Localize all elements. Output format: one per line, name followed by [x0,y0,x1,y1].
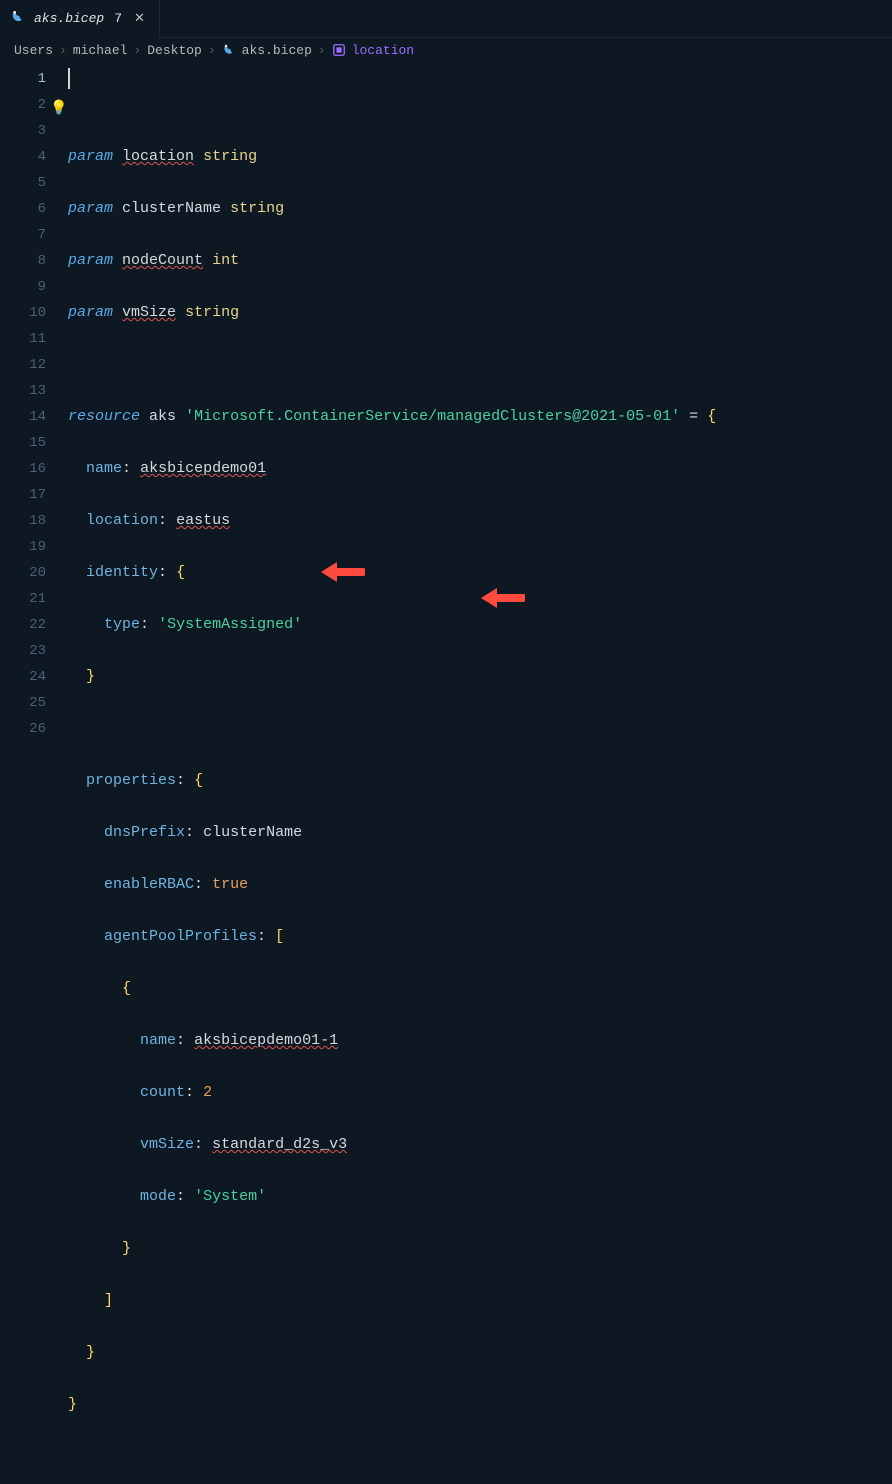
line-number: 16 [0,456,46,482]
line-gutter: 1 2 3 4 5 6 7 8 9 10 11 12 13 14 15 16 1… [0,66,68,1484]
code-line[interactable]: name: aksbicepdemo01-1 [68,1028,716,1054]
code-line[interactable]: enableRBAC: true [68,872,716,898]
file-tab[interactable]: aks.bicep 7 ✕ [0,0,160,38]
lightbulb-icon[interactable]: 💡 [50,96,67,122]
cursor [68,68,70,89]
breadcrumb-sep: › [208,43,216,58]
line-number: 14 [0,404,46,430]
code-line[interactable]: agentPoolProfiles: [ [68,924,716,950]
symbol-icon [332,43,346,58]
breadcrumb-users[interactable]: Users [14,43,53,58]
code-line[interactable]: } [68,1236,716,1262]
code-line[interactable]: resource aks 'Microsoft.ContainerService… [68,404,716,430]
code-line[interactable]: count: 2 [68,1080,716,1106]
line-number: 5 [0,170,46,196]
code-line[interactable]: param vmSize string [68,300,716,326]
line-number: 12 [0,352,46,378]
line-number: 2 [0,92,46,118]
code-line[interactable]: } [68,1392,716,1418]
bicep-file-icon [10,9,26,29]
tab-bar: aks.bicep 7 ✕ [0,0,892,38]
code-content[interactable]: 💡 param location string param clusterNam… [68,66,716,1484]
line-number: 10 [0,300,46,326]
breadcrumb-sep: › [318,43,326,58]
line-number: 7 [0,222,46,248]
line-number: 3 [0,118,46,144]
code-line[interactable]: } [68,664,716,690]
breadcrumb-michael[interactable]: michael [73,43,128,58]
code-line[interactable]: dnsPrefix: clusterName [68,820,716,846]
close-icon[interactable]: ✕ [130,9,149,28]
code-line[interactable]: location: eastus [68,508,716,534]
code-line[interactable]: type: 'SystemAssigned' [68,612,716,638]
line-number: 21 [0,586,46,612]
line-number: 1 [0,66,46,92]
code-line[interactable]: ] [68,1288,716,1314]
line-number: 20 [0,560,46,586]
breadcrumb: Users › michael › Desktop › aks.bicep › … [0,38,892,62]
line-number: 13 [0,378,46,404]
line-number: 11 [0,326,46,352]
code-line[interactable]: properties: { [68,768,716,794]
code-line[interactable]: { [68,976,716,1002]
code-line[interactable]: vmSize: standard_d2s_v3 [68,1132,716,1158]
breadcrumb-symbol[interactable]: location [352,43,414,58]
line-number: 18 [0,508,46,534]
line-number: 4 [0,144,46,170]
tab-modified-count: 7 [114,11,122,26]
code-line[interactable]: param clusterName string [68,196,716,222]
breadcrumb-sep: › [133,43,141,58]
line-number: 24 [0,664,46,690]
line-number: 22 [0,612,46,638]
line-number: 6 [0,196,46,222]
line-number: 19 [0,534,46,560]
breadcrumb-sep: › [59,43,67,58]
code-line[interactable]: param location string [68,144,716,170]
code-line[interactable] [68,1444,716,1470]
line-number: 15 [0,430,46,456]
line-number: 9 [0,274,46,300]
breadcrumb-file[interactable]: aks.bicep [242,43,312,58]
code-line[interactable] [68,716,716,742]
code-line[interactable] [68,352,716,378]
code-line[interactable]: mode: 'System' [68,1184,716,1210]
line-number: 8 [0,248,46,274]
code-line[interactable]: } [68,1340,716,1366]
line-number: 23 [0,638,46,664]
bicep-file-icon [222,43,236,58]
code-line[interactable]: name: aksbicepdemo01 [68,456,716,482]
code-line[interactable]: identity: { [68,560,716,586]
code-editor[interactable]: 1 2 3 4 5 6 7 8 9 10 11 12 13 14 15 16 1… [0,62,892,1484]
line-number: 26 [0,716,46,742]
tab-filename: aks.bicep [34,11,104,26]
line-number: 25 [0,690,46,716]
line-number: 17 [0,482,46,508]
code-line[interactable]: param nodeCount int [68,248,716,274]
breadcrumb-desktop[interactable]: Desktop [147,43,202,58]
